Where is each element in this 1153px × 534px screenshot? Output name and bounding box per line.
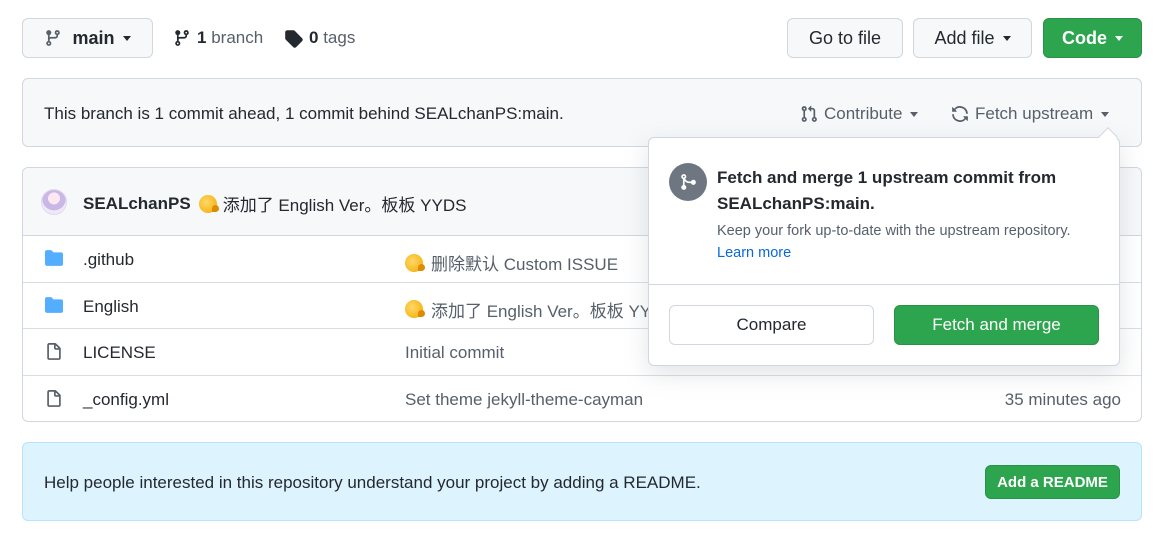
- readme-prompt: Help people interested in this repositor…: [22, 442, 1142, 521]
- thinking-emoji-icon: [405, 253, 425, 272]
- file-name[interactable]: _config.yml: [83, 390, 169, 410]
- add-readme-button[interactable]: Add a README: [985, 465, 1120, 499]
- git-merge-icon: [669, 163, 707, 201]
- go-to-file-button[interactable]: Go to file: [787, 18, 903, 58]
- commit-message[interactable]: 添加了 English Ver。板板 YYDS: [223, 191, 467, 216]
- commit-author[interactable]: SEALchanPS: [83, 194, 191, 214]
- tag-label: tags: [323, 28, 356, 47]
- file-icon: [45, 389, 63, 414]
- chevron-down-icon: [1101, 111, 1110, 117]
- file-commit-link[interactable]: Set theme jekyll-theme-cayman: [405, 390, 643, 410]
- file-commit-link[interactable]: 删除默认 Custom ISSUE: [431, 250, 618, 275]
- chevron-down-icon: [1115, 35, 1123, 41]
- code-button[interactable]: Code: [1043, 18, 1142, 58]
- git-branch-icon: [46, 30, 61, 46]
- chevron-down-icon: [1002, 35, 1011, 41]
- learn-more-link[interactable]: Learn more: [717, 245, 791, 261]
- branches-link[interactable]: 1 branch: [173, 28, 263, 48]
- chevron-down-icon: [910, 111, 919, 117]
- branch-status-text: This branch is 1 commit ahead, 1 commit …: [44, 104, 564, 123]
- fetch-and-merge-button[interactable]: Fetch and merge: [894, 305, 1099, 345]
- chevron-down-icon: [122, 35, 131, 41]
- file-icon: [45, 342, 63, 367]
- sync-icon: [952, 106, 968, 122]
- folder-icon: [43, 249, 65, 272]
- add-file-button[interactable]: Add file: [913, 18, 1032, 58]
- contribute-button[interactable]: Contribute: [800, 104, 919, 124]
- popover-description: Keep your fork up-to-date with the upstr…: [717, 223, 1071, 239]
- file-name[interactable]: English: [83, 297, 139, 317]
- git-branch-icon: [175, 30, 189, 46]
- fetch-upstream-button[interactable]: Fetch upstream: [951, 104, 1110, 124]
- file-commit-link[interactable]: 添加了 English Ver。板板 YYDS: [431, 297, 675, 322]
- file-commit-link[interactable]: Initial commit: [405, 343, 504, 363]
- readme-prompt-text: Help people interested in this repositor…: [44, 473, 701, 492]
- branch-name: main: [72, 27, 115, 48]
- popover-divider: [649, 284, 1119, 285]
- code-label: Code: [1062, 27, 1107, 48]
- file-name[interactable]: LICENSE: [83, 343, 156, 363]
- thinking-emoji-icon: [405, 300, 425, 318]
- tags-link[interactable]: 0 tags: [284, 28, 355, 48]
- file-commit-message: Initial commit: [405, 343, 504, 363]
- folder-icon: [43, 296, 65, 319]
- file-name[interactable]: .github: [83, 250, 134, 270]
- file-commit-message: 删除默认 Custom ISSUE: [405, 250, 618, 275]
- fetch-upstream-label: Fetch upstream: [975, 104, 1094, 123]
- add-file-label: Add file: [934, 27, 995, 48]
- file-row[interactable]: _config.yml Set theme jekyll-theme-cayman…: [23, 376, 1141, 422]
- popover-title: Fetch and merge 1 upstream commit from S…: [717, 168, 1057, 213]
- file-commit-time: 35 minutes ago: [1004, 389, 1121, 409]
- contribute-label: Contribute: [824, 104, 903, 123]
- tag-icon: [285, 29, 303, 48]
- branch-label: branch: [211, 28, 264, 47]
- file-commit-message: 添加了 English Ver。板板 YYDS: [405, 297, 675, 322]
- fetch-upstream-popover: Fetch and merge 1 upstream commit from S…: [648, 137, 1120, 366]
- pull-request-icon: [801, 105, 817, 122]
- compare-button[interactable]: Compare: [669, 305, 874, 345]
- branch-count: 1: [197, 28, 207, 47]
- branch-select-button[interactable]: main: [22, 18, 153, 58]
- thinking-emoji-icon: [198, 194, 219, 213]
- file-commit-message: Set theme jekyll-theme-cayman: [405, 390, 643, 410]
- avatar[interactable]: [41, 189, 67, 215]
- tag-count: 0: [309, 28, 319, 47]
